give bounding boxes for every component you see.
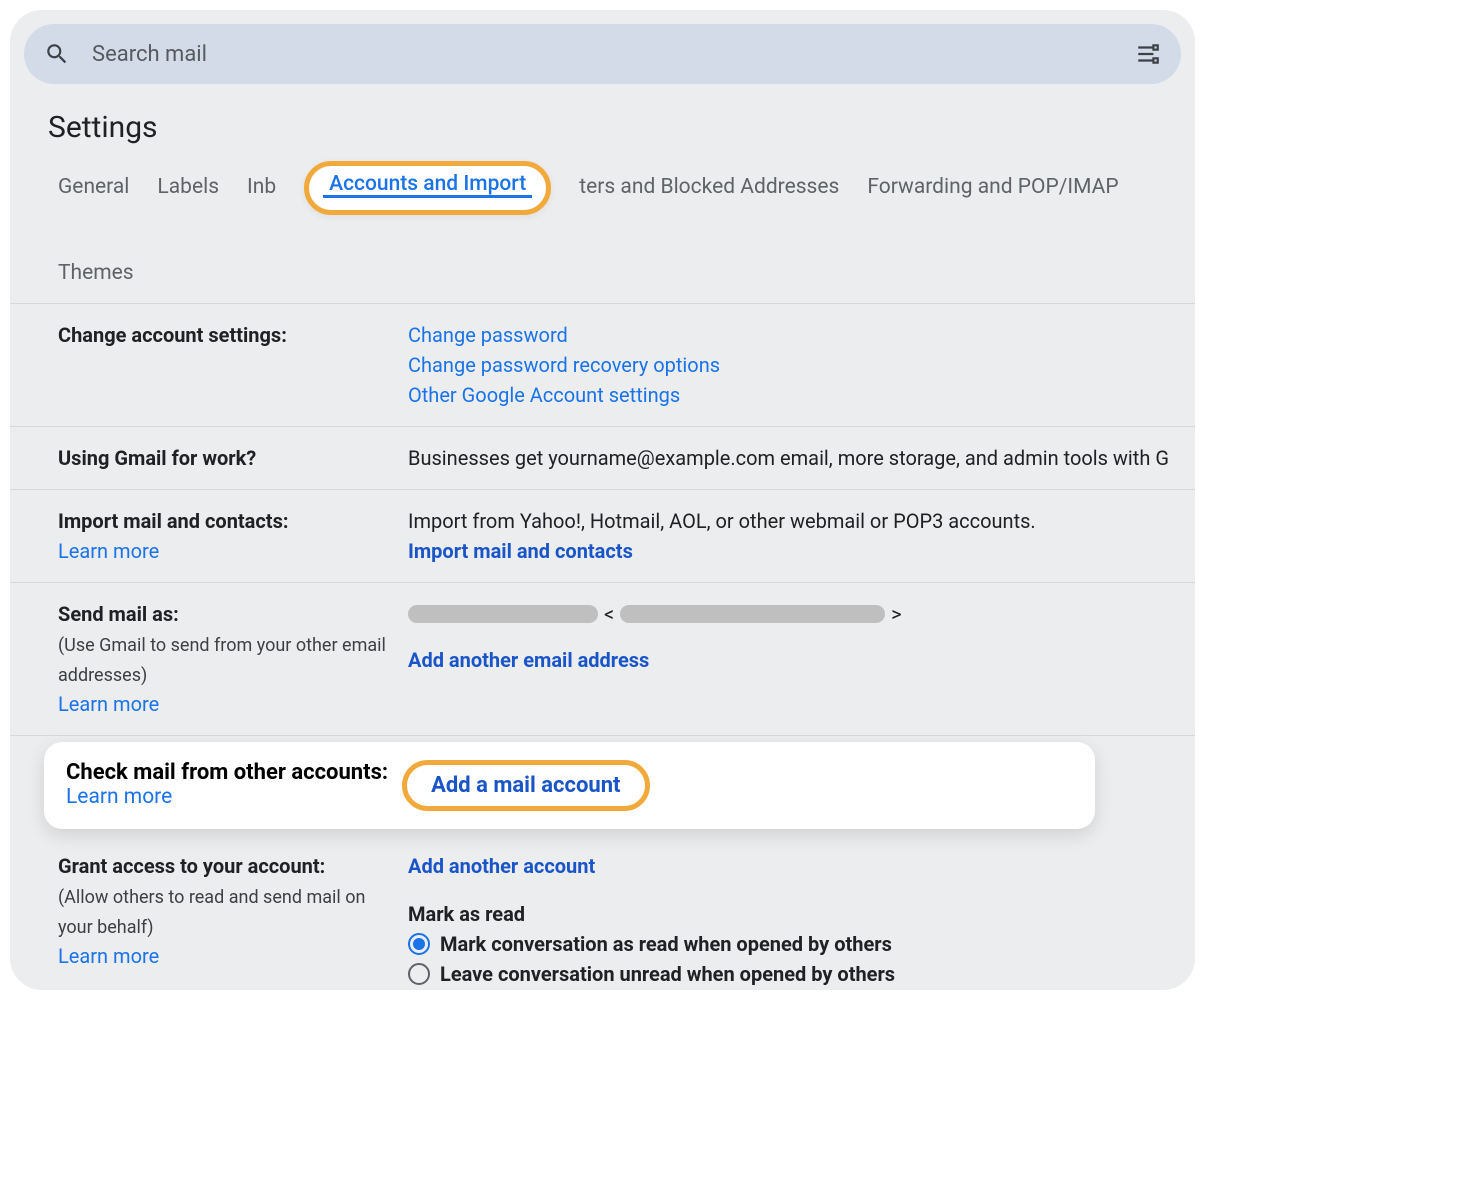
- angle-close: >: [891, 599, 901, 629]
- link-change-recovery[interactable]: Change password recovery options: [408, 353, 720, 377]
- check-mail-learn-more[interactable]: Learn more: [66, 785, 172, 809]
- change-account-label: Change account settings:: [58, 323, 287, 347]
- grant-access-sub: (Allow others to read and send mail on y…: [58, 887, 365, 938]
- gmail-work-text: Businesses get yourname@example.com emai…: [408, 443, 1195, 473]
- check-mail-label: Check mail from other accounts:: [66, 760, 388, 785]
- grant-access-label: Grant access to your account:: [58, 854, 325, 878]
- radio-mark-read-label: Mark conversation as read when opened by…: [440, 929, 892, 959]
- grant-access-learn-more[interactable]: Learn more: [58, 944, 159, 968]
- redacted-name: [408, 605, 598, 623]
- import-mail-label: Import mail and contacts:: [58, 509, 288, 533]
- link-other-settings[interactable]: Other Google Account settings: [408, 383, 680, 407]
- angle-open: <: [604, 599, 614, 629]
- search-icon: [44, 41, 70, 67]
- radio-mark-read[interactable]: Mark conversation as read when opened by…: [408, 929, 1195, 959]
- tab-labels[interactable]: Labels: [157, 169, 219, 217]
- import-mail-action[interactable]: Import mail and contacts: [408, 539, 633, 563]
- mark-as-read-label: Mark as read: [408, 899, 1195, 929]
- tab-filters-partial[interactable]: ters and Blocked Addresses: [579, 169, 839, 217]
- search-placeholder: Search mail: [92, 42, 207, 67]
- import-mail-text: Import from Yahoo!, Hotmail, AOL, or oth…: [408, 506, 1195, 536]
- tab-general[interactable]: General: [58, 169, 129, 217]
- section-send-mail-as: Send mail as: (Use Gmail to send from yo…: [10, 583, 1195, 736]
- send-mail-as-label: Send mail as:: [58, 602, 179, 626]
- import-mail-learn-more[interactable]: Learn more: [58, 539, 159, 563]
- send-mail-as-learn-more[interactable]: Learn more: [58, 692, 159, 716]
- highlight-accounts-import: Accounts and Import: [304, 161, 551, 215]
- section-check-mail-highlight: Check mail from other accounts: Learn mo…: [44, 742, 1095, 829]
- tab-accounts-and-import[interactable]: Accounts and Import: [329, 172, 526, 204]
- link-change-password[interactable]: Change password: [408, 323, 568, 347]
- filter-icon[interactable]: [1135, 41, 1161, 67]
- radio-leave-unread-label: Leave conversation unread when opened by…: [440, 959, 895, 989]
- send-mail-as-sub: (Use Gmail to send from your other email…: [58, 635, 386, 686]
- tab-inbox-partial[interactable]: Inb: [247, 169, 276, 217]
- gmail-work-label: Using Gmail for work?: [58, 446, 256, 470]
- tab-forwarding[interactable]: Forwarding and POP/IMAP: [867, 169, 1118, 217]
- radio-leave-unread[interactable]: Leave conversation unread when opened by…: [408, 959, 1195, 989]
- section-change-account: Change account settings: Change password…: [10, 304, 1195, 427]
- radio-selected-icon: [408, 933, 430, 955]
- add-another-account[interactable]: Add another account: [408, 854, 595, 878]
- section-grant-access: Grant access to your account: (Allow oth…: [10, 835, 1195, 990]
- section-import-mail: Import mail and contacts: Learn more Imp…: [10, 490, 1195, 583]
- search-bar[interactable]: Search mail: [24, 24, 1181, 84]
- settings-sections: Change account settings: Change password…: [10, 304, 1195, 990]
- redacted-email: [620, 605, 885, 623]
- add-mail-account-button[interactable]: Add a mail account: [402, 760, 649, 811]
- settings-tabs: General Labels Inb Accounts and Import t…: [10, 167, 1195, 304]
- radio-unselected-icon: [408, 963, 430, 985]
- page-title: Settings: [48, 110, 1195, 145]
- settings-card: Search mail Settings General Labels Inb …: [10, 10, 1195, 990]
- section-gmail-work: Using Gmail for work? Businesses get you…: [10, 427, 1195, 490]
- tab-themes[interactable]: Themes: [58, 247, 1195, 303]
- add-another-email[interactable]: Add another email address: [408, 648, 649, 672]
